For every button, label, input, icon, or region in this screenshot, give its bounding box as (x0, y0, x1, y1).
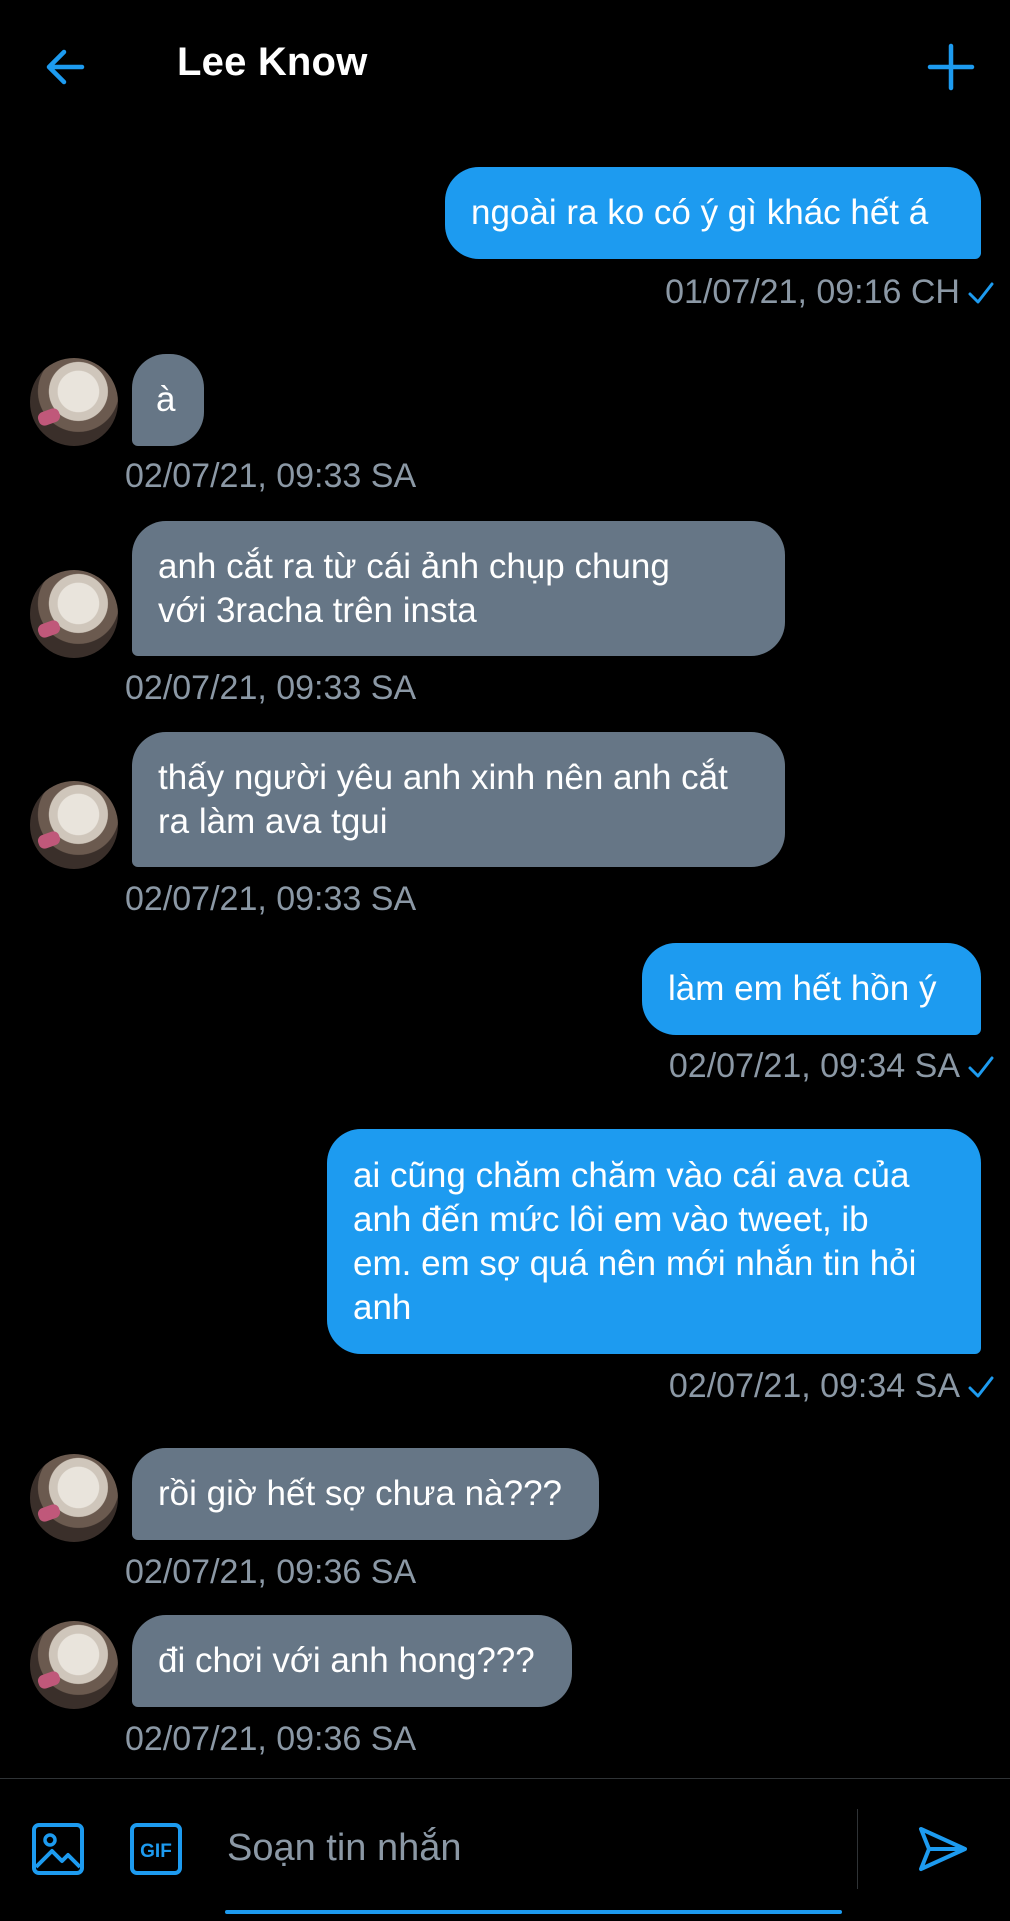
message-bubble-outgoing[interactable]: làm em hết hồn ý (642, 943, 981, 1035)
message-timestamp: 02/07/21, 09:33 SA (125, 669, 417, 707)
message-timestamp: 02/07/21, 09:33 SA (125, 457, 417, 495)
message-text: anh cắt ra từ cái ảnh chụp chung với 3ra… (158, 546, 670, 630)
message-bubble-incoming[interactable]: rồi giờ hết sợ chưa nà??? (132, 1448, 599, 1540)
add-button[interactable] (926, 42, 976, 92)
composer-divider (857, 1809, 858, 1889)
back-button[interactable] (40, 42, 100, 92)
message-bubble-incoming[interactable]: à (132, 354, 204, 446)
message-timestamp: 02/07/21, 09:34 SA (668, 1047, 960, 1085)
message-composer: GIF (0, 1778, 1010, 1921)
image-icon (32, 1823, 84, 1875)
add-image-button[interactable] (30, 1821, 86, 1877)
avatar[interactable] (30, 781, 118, 869)
message-bubble-incoming[interactable]: thấy người yêu anh xinh nên anh cắt ra l… (132, 732, 785, 867)
message-text: làm em hết hồn ý (668, 969, 937, 1008)
message-bubble-incoming[interactable]: đi chơi với anh hong??? (132, 1615, 572, 1707)
send-icon (919, 1827, 967, 1871)
message-text: rồi giờ hết sợ chưa nà??? (158, 1474, 563, 1513)
message-bubble-incoming[interactable]: anh cắt ra từ cái ảnh chụp chung với 3ra… (132, 521, 785, 656)
message-timestamp: 01/07/21, 09:16 CH (665, 273, 960, 311)
message-timestamp: 02/07/21, 09:33 SA (125, 880, 417, 918)
message-timestamp: 02/07/21, 09:34 SA (668, 1367, 960, 1405)
check-icon (968, 282, 994, 304)
message-text: thấy người yêu anh xinh nên anh cắt ra l… (158, 757, 728, 841)
add-gif-button[interactable]: GIF (128, 1821, 184, 1877)
plus-icon (927, 43, 975, 91)
check-icon (968, 1056, 994, 1078)
message-timestamp: 02/07/21, 09:36 SA (125, 1720, 417, 1758)
message-text: ai cũng chăm chăm vào cái ava của anh đế… (353, 1155, 917, 1327)
gif-label: GIF (140, 1841, 172, 1862)
gif-icon: GIF (130, 1823, 182, 1875)
message-text: ngoài ra ko có ý gì khác hết á (471, 193, 929, 232)
avatar[interactable] (30, 1454, 118, 1542)
send-button[interactable] (915, 1821, 971, 1877)
avatar[interactable] (30, 1621, 118, 1709)
message-text: à (156, 380, 176, 419)
check-icon (968, 1376, 994, 1398)
conversation-header: Lee Know (0, 0, 1010, 135)
message-bubble-outgoing[interactable]: ngoài ra ko có ý gì khác hết á (445, 167, 981, 259)
message-timestamp: 02/07/21, 09:36 SA (125, 1553, 417, 1591)
message-text: đi chơi với anh hong??? (158, 1641, 535, 1680)
conversation-title: Lee Know (177, 40, 368, 84)
input-focus-underline (225, 1910, 842, 1914)
avatar[interactable] (30, 358, 118, 446)
arrow-left-icon (46, 49, 85, 85)
message-bubble-outgoing[interactable]: ai cũng chăm chăm vào cái ava của anh đế… (327, 1129, 981, 1354)
message-input[interactable] (225, 1817, 849, 1879)
avatar[interactable] (30, 570, 118, 658)
